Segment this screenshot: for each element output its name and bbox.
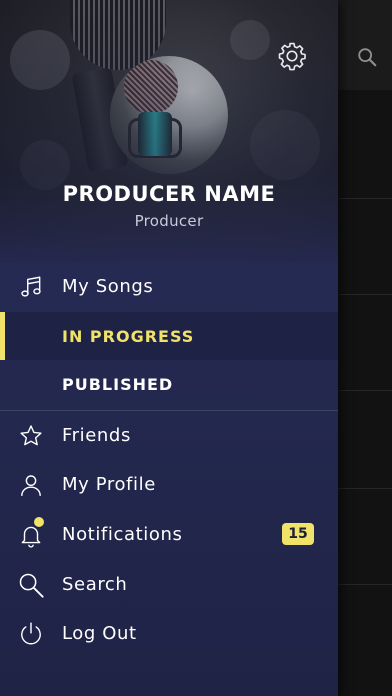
menu-item-notifications[interactable]: Notifications 15 — [0, 511, 338, 559]
app-screen: PRODUCER NAME Producer My Songs IN PROGR… — [0, 0, 392, 696]
search-icon — [17, 571, 45, 599]
notification-count-badge: 15 — [282, 523, 314, 545]
active-indicator — [0, 312, 5, 360]
background-row-divider — [338, 198, 392, 199]
menu-item-search[interactable]: Search — [0, 561, 338, 609]
power-icon — [17, 620, 45, 648]
menu-item-log-out[interactable]: Log Out — [0, 610, 338, 658]
submenu-item-label: IN PROGRESS — [62, 327, 195, 346]
submenu-item-published[interactable]: PUBLISHED — [0, 360, 338, 408]
background-row-divider — [338, 390, 392, 391]
background-row-divider — [338, 488, 392, 489]
background-content — [338, 0, 392, 696]
menu-item-friends[interactable]: Friends — [0, 412, 338, 460]
profile-name: PRODUCER NAME — [62, 182, 276, 206]
background-row-divider — [338, 584, 392, 585]
submenu-item-in-progress[interactable]: IN PROGRESS — [0, 312, 338, 360]
submenu-item-label: PUBLISHED — [62, 375, 174, 394]
menu-item-label: Search — [62, 574, 128, 595]
menu-divider — [0, 410, 338, 411]
menu-item-label: Log Out — [62, 623, 137, 644]
bell-icon — [17, 517, 45, 549]
person-icon — [17, 471, 45, 499]
navigation-drawer: PRODUCER NAME Producer My Songs IN PROGR… — [0, 0, 338, 696]
background-header — [338, 0, 392, 90]
menu-item-label: Friends — [62, 425, 131, 446]
menu-item-my-profile[interactable]: My Profile — [0, 461, 338, 509]
notification-dot — [34, 517, 44, 527]
background-row-divider — [338, 294, 392, 295]
profile-header: PRODUCER NAME Producer — [0, 0, 338, 263]
profile-role: Producer — [134, 212, 204, 230]
search-icon[interactable] — [356, 46, 378, 68]
menu-item-label: Notifications — [62, 524, 183, 545]
menu-item-label: My Profile — [62, 474, 156, 495]
star-icon — [17, 422, 45, 450]
menu-item-label: My Songs — [62, 276, 154, 297]
menu-item-my-songs[interactable]: My Songs — [0, 263, 338, 311]
music-note-icon — [17, 273, 45, 301]
gear-icon[interactable] — [277, 41, 307, 71]
